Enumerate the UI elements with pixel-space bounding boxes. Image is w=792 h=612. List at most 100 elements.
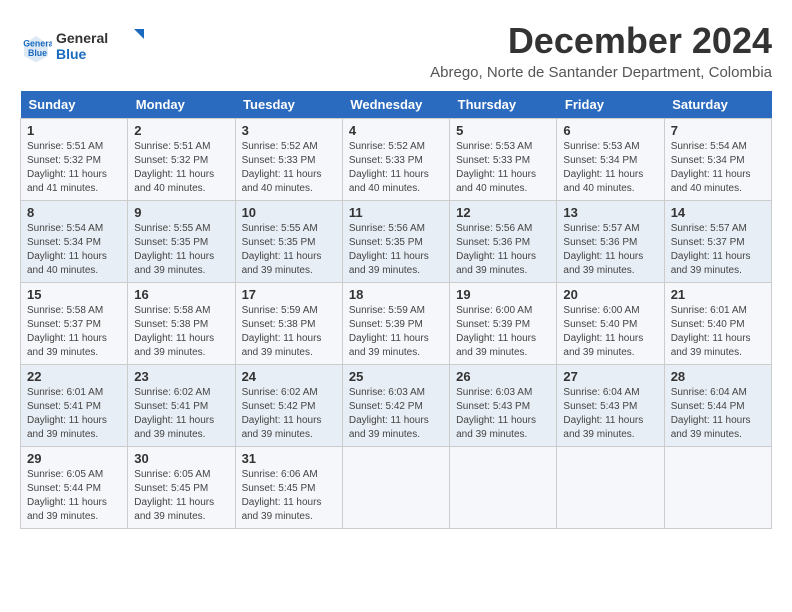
calendar-table: Sunday Monday Tuesday Wednesday Thursday… <box>20 91 772 529</box>
table-row <box>664 447 771 529</box>
day-info: Sunrise: 6:02 AM Sunset: 5:42 PM Dayligh… <box>242 386 336 442</box>
day-info: Sunrise: 6:05 AM Sunset: 5:44 PM Dayligh… <box>27 468 121 524</box>
table-row: 31 Sunrise: 6:06 AM Sunset: 5:45 PM Dayli… <box>235 447 342 529</box>
calendar-header-row: Sunday Monday Tuesday Wednesday Thursday… <box>21 91 772 119</box>
table-row <box>342 447 449 529</box>
table-row: 12 Sunrise: 5:56 AM Sunset: 5:36 PM Dayli… <box>450 201 557 283</box>
table-row: 30Sunrise: 6:05 AM Sunset: 5:45 PM Dayli… <box>128 447 235 529</box>
logo-svg: General Blue <box>56 25 146 65</box>
day-number: 28 <box>671 369 765 384</box>
svg-text:Blue: Blue <box>56 46 87 62</box>
day-info: Sunrise: 6:06 AM Sunset: 5:45 PM Dayligh… <box>242 468 336 524</box>
day-info: Sunrise: 5:58 AM Sunset: 5:37 PM Dayligh… <box>27 304 121 360</box>
day-info: Sunrise: 5:59 AM Sunset: 5:38 PM Dayligh… <box>242 304 336 360</box>
day-number: 27 <box>563 369 657 384</box>
day-number: 21 <box>671 287 765 302</box>
day-info: Sunrise: 5:53 AM Sunset: 5:34 PM Dayligh… <box>563 140 657 196</box>
table-row: 23 Sunrise: 6:02 AM Sunset: 5:41 PM Dayli… <box>128 365 235 447</box>
day-number: 10 <box>242 205 336 220</box>
day-number: 19 <box>456 287 550 302</box>
table-row: 28 Sunrise: 6:04 AM Sunset: 5:44 PM Dayli… <box>664 365 771 447</box>
day-info: Sunrise: 6:03 AM Sunset: 5:43 PM Dayligh… <box>456 386 550 442</box>
day-info: Sunrise: 5:56 AM Sunset: 5:36 PM Dayligh… <box>456 222 550 278</box>
day-number: 31 <box>242 451 336 466</box>
day-number: 5 <box>456 123 550 138</box>
day-info: Sunrise: 5:55 AM Sunset: 5:35 PM Dayligh… <box>134 222 228 278</box>
header-thursday: Thursday <box>450 91 557 119</box>
table-row: 24 Sunrise: 6:02 AM Sunset: 5:42 PM Dayli… <box>235 365 342 447</box>
day-number: 20 <box>563 287 657 302</box>
day-info: Sunrise: 5:57 AM Sunset: 5:36 PM Dayligh… <box>563 222 657 278</box>
day-info: Sunrise: 5:51 AM Sunset: 5:32 PM Dayligh… <box>27 140 121 196</box>
table-row: 8Sunrise: 5:54 AM Sunset: 5:34 PM Daylig… <box>21 201 128 283</box>
day-info: Sunrise: 5:54 AM Sunset: 5:34 PM Dayligh… <box>671 140 765 196</box>
table-row: 1 Sunrise: 5:51 AM Sunset: 5:32 PM Daylig… <box>21 119 128 201</box>
header-monday: Monday <box>128 91 235 119</box>
day-info: Sunrise: 5:51 AM Sunset: 5:32 PM Dayligh… <box>134 140 228 196</box>
header-tuesday: Tuesday <box>235 91 342 119</box>
day-number: 25 <box>349 369 443 384</box>
day-number: 26 <box>456 369 550 384</box>
header-wednesday: Wednesday <box>342 91 449 119</box>
table-row: 14Sunrise: 5:57 AM Sunset: 5:37 PM Dayli… <box>664 201 771 283</box>
table-row: 5 Sunrise: 5:53 AM Sunset: 5:33 PM Daylig… <box>450 119 557 201</box>
table-row: 10 Sunrise: 5:55 AM Sunset: 5:35 PM Dayli… <box>235 201 342 283</box>
table-row: 20 Sunrise: 6:00 AM Sunset: 5:40 PM Dayli… <box>557 283 664 365</box>
logo: General Blue General Blue <box>20 25 146 70</box>
table-row: 3Sunrise: 5:52 AM Sunset: 5:33 PM Daylig… <box>235 119 342 201</box>
day-info: Sunrise: 6:05 AM Sunset: 5:45 PM Dayligh… <box>134 468 228 524</box>
table-row: 18 Sunrise: 5:59 AM Sunset: 5:39 PM Dayli… <box>342 283 449 365</box>
day-number: 13 <box>563 205 657 220</box>
day-number: 18 <box>349 287 443 302</box>
day-number: 23 <box>134 369 228 384</box>
day-info: Sunrise: 5:58 AM Sunset: 5:38 PM Dayligh… <box>134 304 228 360</box>
calendar-row: 8Sunrise: 5:54 AM Sunset: 5:34 PM Daylig… <box>21 201 772 283</box>
day-info: Sunrise: 5:52 AM Sunset: 5:33 PM Dayligh… <box>349 140 443 196</box>
calendar-row: 1 Sunrise: 5:51 AM Sunset: 5:32 PM Daylig… <box>21 119 772 201</box>
day-number: 15 <box>27 287 121 302</box>
day-info: Sunrise: 6:04 AM Sunset: 5:43 PM Dayligh… <box>563 386 657 442</box>
day-number: 8 <box>27 205 121 220</box>
svg-text:Blue: Blue <box>28 48 47 58</box>
day-number: 6 <box>563 123 657 138</box>
day-number: 29 <box>27 451 121 466</box>
day-info: Sunrise: 5:59 AM Sunset: 5:39 PM Dayligh… <box>349 304 443 360</box>
table-row: 21 Sunrise: 6:01 AM Sunset: 5:40 PM Dayli… <box>664 283 771 365</box>
day-number: 3 <box>242 123 336 138</box>
day-number: 12 <box>456 205 550 220</box>
day-number: 1 <box>27 123 121 138</box>
table-row: 6 Sunrise: 5:53 AM Sunset: 5:34 PM Daylig… <box>557 119 664 201</box>
location-title: Abrego, Norte de Santander Department, C… <box>430 64 772 81</box>
page-header: General Blue General Blue December 2024 … <box>20 20 772 81</box>
day-info: Sunrise: 6:00 AM Sunset: 5:39 PM Dayligh… <box>456 304 550 360</box>
table-row: 9 Sunrise: 5:55 AM Sunset: 5:35 PM Daylig… <box>128 201 235 283</box>
table-row: 27 Sunrise: 6:04 AM Sunset: 5:43 PM Dayli… <box>557 365 664 447</box>
logo-icon: General Blue <box>20 32 52 64</box>
table-row: 15 Sunrise: 5:58 AM Sunset: 5:37 PM Dayli… <box>21 283 128 365</box>
svg-text:General: General <box>56 30 108 46</box>
day-info: Sunrise: 6:00 AM Sunset: 5:40 PM Dayligh… <box>563 304 657 360</box>
header-friday: Friday <box>557 91 664 119</box>
day-number: 9 <box>134 205 228 220</box>
table-row: 7Sunrise: 5:54 AM Sunset: 5:34 PM Daylig… <box>664 119 771 201</box>
header-saturday: Saturday <box>664 91 771 119</box>
day-info: Sunrise: 5:57 AM Sunset: 5:37 PM Dayligh… <box>671 222 765 278</box>
table-row: 19 Sunrise: 6:00 AM Sunset: 5:39 PM Dayli… <box>450 283 557 365</box>
day-info: Sunrise: 5:55 AM Sunset: 5:35 PM Dayligh… <box>242 222 336 278</box>
calendar-row: 22Sunrise: 6:01 AM Sunset: 5:41 PM Dayli… <box>21 365 772 447</box>
day-info: Sunrise: 5:53 AM Sunset: 5:33 PM Dayligh… <box>456 140 550 196</box>
day-info: Sunrise: 6:02 AM Sunset: 5:41 PM Dayligh… <box>134 386 228 442</box>
table-row: 11 Sunrise: 5:56 AM Sunset: 5:35 PM Dayli… <box>342 201 449 283</box>
day-info: Sunrise: 6:04 AM Sunset: 5:44 PM Dayligh… <box>671 386 765 442</box>
day-number: 4 <box>349 123 443 138</box>
day-info: Sunrise: 6:01 AM Sunset: 5:40 PM Dayligh… <box>671 304 765 360</box>
table-row: 2 Sunrise: 5:51 AM Sunset: 5:32 PM Daylig… <box>128 119 235 201</box>
day-info: Sunrise: 5:56 AM Sunset: 5:35 PM Dayligh… <box>349 222 443 278</box>
day-number: 24 <box>242 369 336 384</box>
day-number: 11 <box>349 205 443 220</box>
table-row <box>557 447 664 529</box>
header-sunday: Sunday <box>21 91 128 119</box>
table-row: 16Sunrise: 5:58 AM Sunset: 5:38 PM Dayli… <box>128 283 235 365</box>
day-number: 2 <box>134 123 228 138</box>
day-number: 22 <box>27 369 121 384</box>
